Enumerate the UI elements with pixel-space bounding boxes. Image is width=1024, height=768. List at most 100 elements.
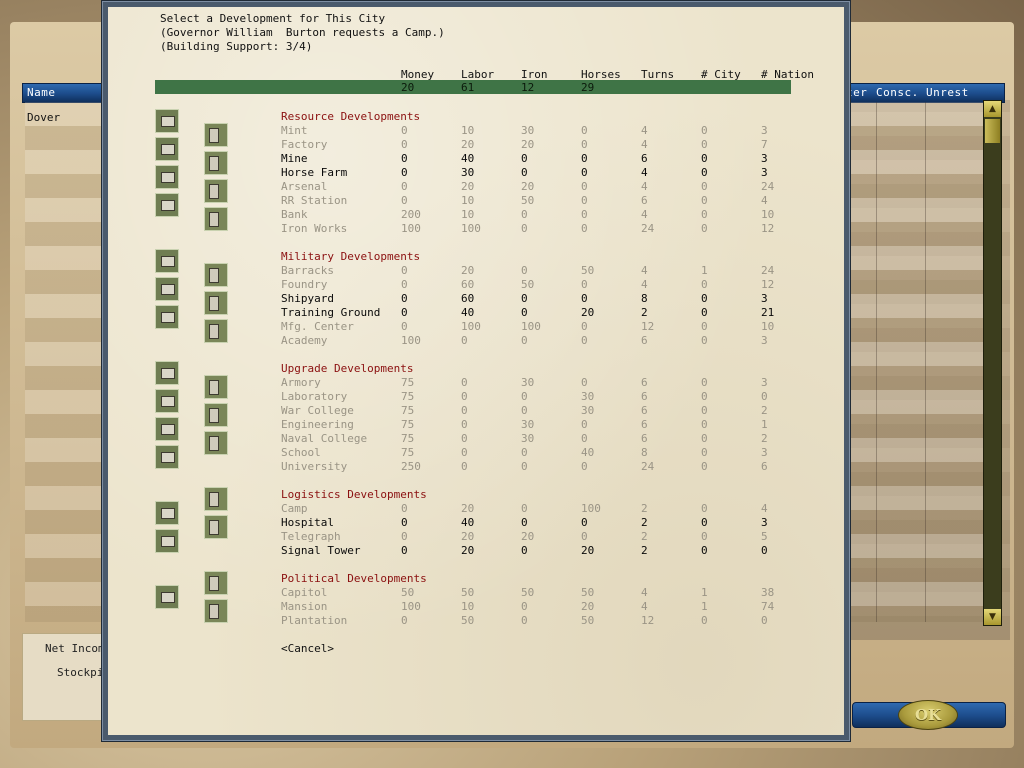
cell-labor: 40 (461, 516, 475, 529)
cell-labor: 0 (461, 390, 468, 403)
cell-iron: 50 (521, 586, 535, 599)
cell-name: War College (281, 404, 354, 417)
cell-horses: 30 (581, 390, 595, 403)
cell-horses: 20 (581, 600, 595, 613)
cell-city: 0 (701, 208, 708, 221)
cell-labor: 50 (461, 614, 475, 627)
cell-turns: 8 (641, 446, 648, 459)
cell-city: 0 (701, 194, 708, 207)
cell-money: 0 (401, 502, 408, 515)
development-row-shipyard[interactable]: Shipyard 0 60 0 0 8 0 3 (0, 292, 1024, 306)
development-row-horse-farm[interactable]: Horse Farm 0 30 0 0 4 0 3 (0, 166, 1024, 180)
cell-money: 100 (401, 600, 421, 613)
cell-horses: 100 (581, 502, 601, 515)
cell-nation: 3 (761, 334, 768, 347)
cell-nation: 10 (761, 208, 775, 221)
cell-name: Factory (281, 138, 328, 151)
cell-name: Foundry (281, 278, 328, 291)
cell-name: Telegraph (281, 530, 341, 543)
cell-turns: 12 (641, 614, 655, 627)
cell-money: 75 (401, 390, 415, 403)
cell-money: 0 (401, 152, 408, 165)
development-row-mfg-center: Mfg. Center 0 100 100 0 12 0 10 (0, 320, 1024, 334)
development-row-hospital[interactable]: Hospital 0 40 0 0 2 0 3 (0, 516, 1024, 530)
cell-turns: 6 (641, 194, 648, 207)
cell-money: 0 (401, 614, 408, 627)
city-list-item-dover[interactable]: Dover (27, 111, 60, 124)
cell-city: 0 (701, 278, 708, 291)
cell-horses: 0 (581, 278, 588, 291)
cell-city: 0 (701, 376, 708, 389)
cell-turns: 6 (641, 334, 648, 347)
cell-nation: 3 (761, 376, 768, 389)
cell-turns: 6 (641, 418, 648, 431)
cell-name: Horse Farm (281, 166, 348, 179)
governor-request: (Governor William Burton requests a Camp… (160, 26, 445, 39)
cell-nation: 0 (761, 544, 768, 557)
cell-nation: 1 (761, 418, 768, 431)
cell-turns: 4 (641, 208, 648, 221)
net-income-label: Net Income (45, 642, 105, 655)
cell-turns: 2 (641, 502, 648, 515)
cell-name: Training Ground (281, 306, 381, 319)
cell-name: Mfg. Center (281, 320, 354, 333)
available-money: 20 (401, 81, 415, 94)
cell-name: Shipyard (281, 292, 334, 305)
cell-name: Naval College (281, 432, 368, 445)
development-row-training-ground[interactable]: Training Ground 0 40 0 20 2 0 21 (0, 306, 1024, 320)
cell-horses: 0 (581, 320, 588, 333)
scroll-up-arrow-icon[interactable]: ▲ (984, 101, 1001, 117)
cell-money: 75 (401, 446, 415, 459)
cell-nation: 3 (761, 446, 768, 459)
development-row-signal-tower[interactable]: Signal Tower 0 20 0 20 2 0 0 (0, 544, 1024, 558)
cell-horses: 0 (581, 376, 588, 389)
cell-money: 0 (401, 194, 408, 207)
cell-labor: 20 (461, 502, 475, 515)
cell-money: 0 (401, 124, 408, 137)
cell-turns: 4 (641, 586, 648, 599)
cell-turns: 4 (641, 600, 648, 613)
cancel-button[interactable]: <Cancel> (281, 642, 334, 655)
development-row-academy: Academy 100 0 0 0 6 0 3 (0, 334, 1024, 348)
column-header-unrest[interactable]: Unrest (926, 86, 969, 99)
cell-turns: 2 (641, 306, 648, 319)
cell-iron: 0 (521, 502, 528, 515)
cell-labor: 0 (461, 418, 468, 431)
development-row-naval-college: Naval College 75 0 30 0 6 0 2 (0, 432, 1024, 446)
cell-money: 75 (401, 418, 415, 431)
cell-iron: 0 (521, 600, 528, 613)
section-title-resource: Resource Developments (281, 110, 421, 123)
cell-labor: 10 (461, 208, 475, 221)
cell-turns: 6 (641, 376, 648, 389)
cell-nation: 2 (761, 432, 768, 445)
cell-nation: 21 (761, 306, 775, 319)
cell-labor: 10 (461, 124, 475, 137)
name-column-header[interactable]: Name (27, 86, 56, 99)
cell-city: 0 (701, 446, 708, 459)
cell-name: Mint (281, 124, 308, 137)
cell-nation: 12 (761, 278, 775, 291)
ok-button[interactable]: OK (898, 700, 958, 730)
cell-turns: 12 (641, 320, 655, 333)
column-header-consc[interactable]: Consc. (876, 86, 919, 99)
cell-nation: 0 (761, 614, 768, 627)
cell-iron: 0 (521, 404, 528, 417)
cell-city: 0 (701, 516, 708, 529)
cell-iron: 30 (521, 432, 535, 445)
cell-money: 0 (401, 516, 408, 529)
cell-nation: 3 (761, 292, 768, 305)
dialog-title: Select a Development for This City (160, 12, 386, 25)
cell-labor: 20 (461, 264, 475, 277)
section-title-political: Political Developments (281, 572, 427, 585)
cell-horses: 0 (581, 222, 588, 235)
cell-iron: 30 (521, 418, 535, 431)
cell-nation: 3 (761, 124, 768, 137)
cell-nation: 74 (761, 600, 775, 613)
cell-city: 0 (701, 418, 708, 431)
cell-labor: 0 (461, 432, 468, 445)
cell-labor: 20 (461, 180, 475, 193)
development-row-mine[interactable]: Mine 0 40 0 0 6 0 3 (0, 152, 1024, 166)
cell-nation: 4 (761, 194, 768, 207)
cell-city: 0 (701, 334, 708, 347)
cell-horses: 20 (581, 544, 595, 557)
